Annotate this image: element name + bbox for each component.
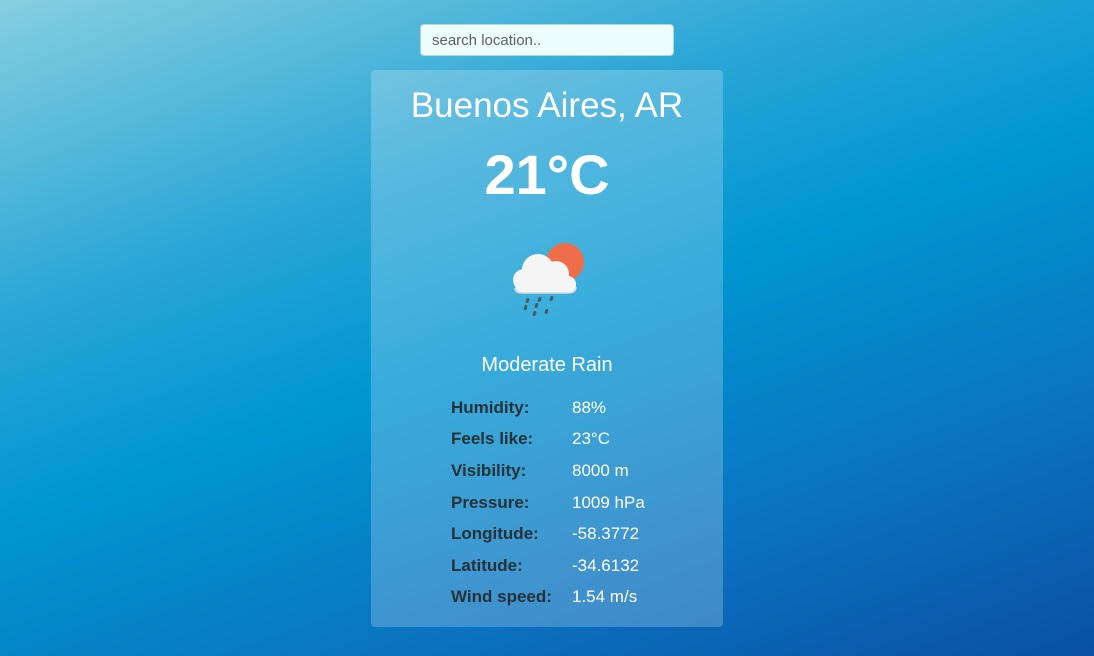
detail-row-wind-speed: Wind speed: 1.54 m/s [451, 582, 671, 614]
detail-value: -58.3772 [572, 524, 640, 544]
detail-row-longitude: Longitude: -58.3772 [451, 518, 671, 550]
detail-label: Humidity: [451, 397, 530, 417]
detail-label: Latitude: [451, 555, 523, 575]
detail-row-pressure: Pressure: 1009 hPa [451, 487, 671, 519]
search-bar [420, 24, 674, 56]
detail-row-visibility: Visibility: 8000 m [451, 455, 671, 487]
detail-value: 1.54 m/s [572, 587, 638, 607]
detail-row-humidity: Humidity: 88% [451, 392, 671, 424]
weather-card: Buenos Aires, AR 21°C Moderate Rain Humi… [371, 70, 723, 627]
detail-row-feels-like: Feels like: 23°C [451, 424, 671, 456]
location-title: Buenos Aires, AR [410, 86, 684, 125]
detail-label: Pressure: [451, 492, 530, 512]
detail-row-latitude: Latitude: -34.6132 [451, 550, 671, 582]
detail-value: 88% [572, 397, 607, 417]
detail-label: Wind speed: [451, 587, 552, 607]
detail-label: Longitude: [451, 524, 539, 544]
temperature-value: 21°C [484, 143, 610, 206]
weather-condition: Moderate Rain [481, 354, 613, 376]
cloud-sun-rain-icon [513, 243, 584, 317]
detail-value: 1009 hPa [572, 492, 645, 512]
detail-label: Visibility: [451, 460, 527, 480]
detail-label: Feels like: [451, 429, 534, 449]
weather-details: Humidity: 88% Feels like: 23°C Visibilit… [451, 392, 671, 613]
search-input[interactable] [420, 24, 674, 56]
detail-value: 23°C [572, 429, 610, 449]
detail-value: -34.6132 [572, 555, 640, 575]
detail-value: 8000 m [572, 460, 629, 480]
